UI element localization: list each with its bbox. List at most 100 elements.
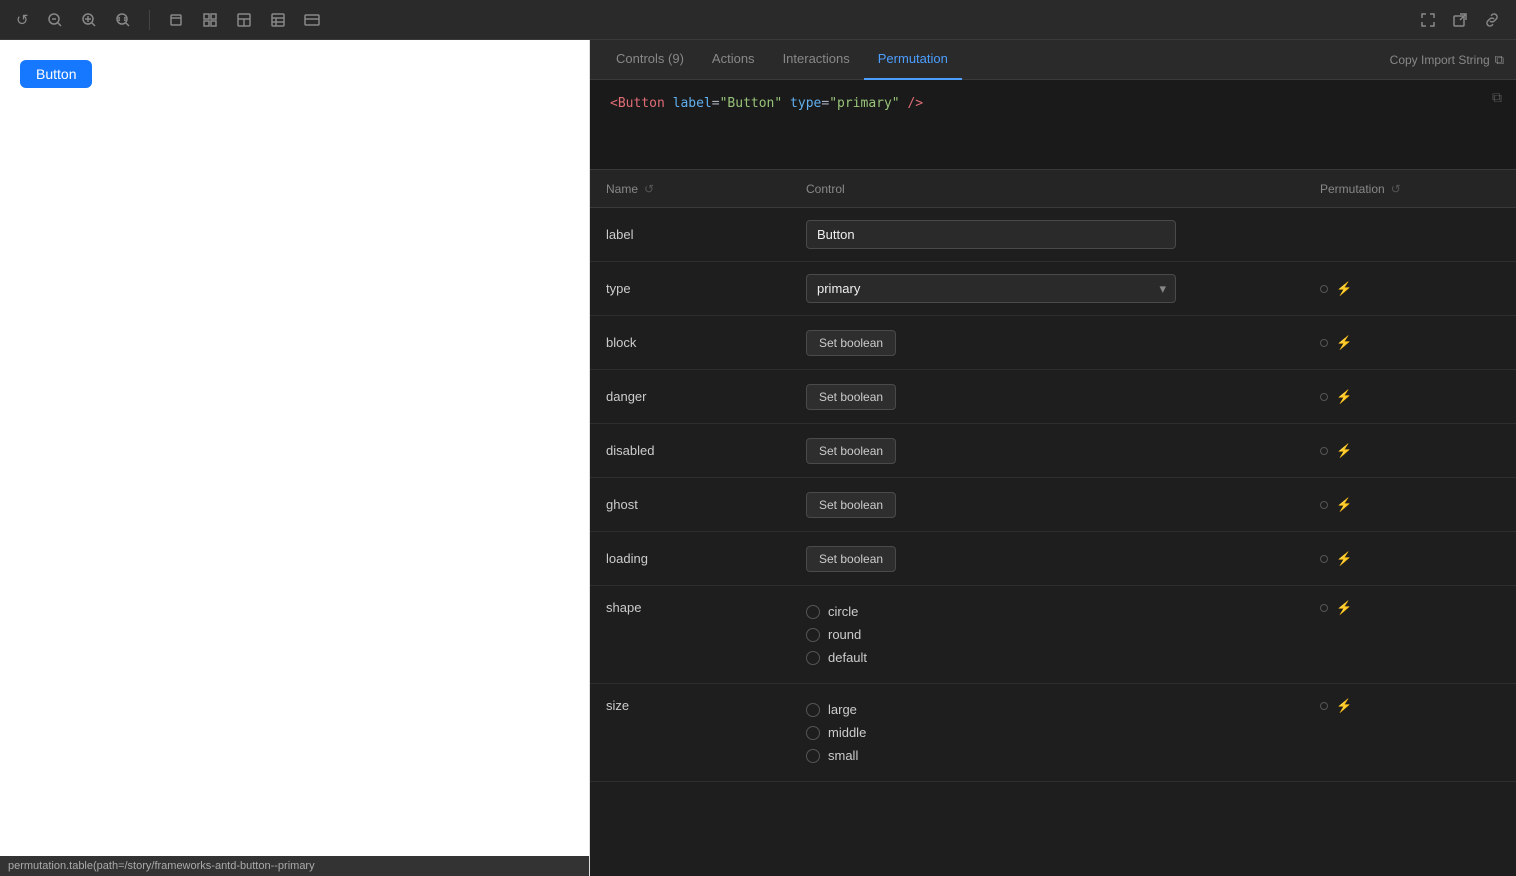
loading-boolean-button[interactable]: Set boolean <box>806 546 896 572</box>
block-permutation: ⚡ <box>1320 335 1500 351</box>
link-icon[interactable] <box>1480 8 1504 32</box>
size-middle-radio[interactable] <box>806 726 820 740</box>
disabled-control: Set boolean <box>806 438 1320 464</box>
status-bar: permutation.table(path=/story/frameworks… <box>0 856 589 876</box>
disabled-permutation: ⚡ <box>1320 443 1500 459</box>
divider <box>149 10 150 30</box>
row-size: size large middle small <box>590 684 1516 782</box>
tab-interactions[interactable]: Interactions <box>769 40 864 80</box>
loading-name: loading <box>606 551 806 566</box>
disabled-perm-dot <box>1320 447 1328 455</box>
loading-perm-dot <box>1320 555 1328 563</box>
disabled-name: disabled <box>606 443 806 458</box>
size-middle-option[interactable]: middle <box>806 725 1320 740</box>
row-disabled: disabled Set boolean ⚡ <box>590 424 1516 478</box>
reset-icon[interactable]: ↺ <box>12 7 33 33</box>
type-perm-dot <box>1320 285 1328 293</box>
shape-round-option[interactable]: round <box>806 627 1320 642</box>
table-header: Name ↺ Control Permutation ↺ <box>590 170 1516 208</box>
label-input[interactable] <box>806 220 1176 249</box>
size-small-label: small <box>828 748 858 763</box>
size-middle-label: middle <box>828 725 866 740</box>
block-name: block <box>606 335 806 350</box>
row-label: label <box>590 208 1516 262</box>
size-large-label: large <box>828 702 857 717</box>
ghost-name: ghost <box>606 497 806 512</box>
zoom-out-icon[interactable] <box>43 8 67 32</box>
danger-control: Set boolean <box>806 384 1320 410</box>
header-control: Control <box>806 182 1320 196</box>
tab-permutation[interactable]: Permutation <box>864 40 962 80</box>
row-danger: danger Set boolean ⚡ <box>590 370 1516 424</box>
ghost-lightning-icon[interactable]: ⚡ <box>1336 497 1352 513</box>
loading-permutation: ⚡ <box>1320 551 1500 567</box>
shape-default-radio[interactable] <box>806 651 820 665</box>
ghost-perm-dot <box>1320 501 1328 509</box>
disabled-boolean-button[interactable]: Set boolean <box>806 438 896 464</box>
table-icon[interactable] <box>266 8 290 32</box>
size-small-option[interactable]: small <box>806 748 1320 763</box>
shape-lightning-icon[interactable]: ⚡ <box>1336 600 1352 616</box>
label-control <box>806 220 1320 249</box>
tab-controls[interactable]: Controls (9) <box>602 40 698 80</box>
row-type: type primary secondary default dashed te… <box>590 262 1516 316</box>
shape-name: shape <box>606 596 806 615</box>
demo-button[interactable]: Button <box>20 60 92 88</box>
row-shape: shape circle round default <box>590 586 1516 684</box>
type-lightning-icon[interactable]: ⚡ <box>1336 281 1352 297</box>
danger-boolean-button[interactable]: Set boolean <box>806 384 896 410</box>
panel-icon[interactable] <box>232 8 256 32</box>
tab-actions[interactable]: Actions <box>698 40 769 80</box>
external-link-icon[interactable] <box>1448 8 1472 32</box>
fullscreen-icon[interactable] <box>1416 8 1440 32</box>
top-bar-left: ↺ <box>12 7 1416 33</box>
ghost-boolean-button[interactable]: Set boolean <box>806 492 896 518</box>
frame-icon[interactable] <box>164 8 188 32</box>
disabled-lightning-icon[interactable]: ⚡ <box>1336 443 1352 459</box>
size-name: size <box>606 694 806 713</box>
shape-round-label: round <box>828 627 861 642</box>
top-bar: ↺ <box>0 0 1516 40</box>
grid-icon[interactable] <box>198 8 222 32</box>
main-layout: Button permutation.table(path=/story/fra… <box>0 40 1516 876</box>
shape-circle-label: circle <box>828 604 858 619</box>
controls-table: Name ↺ Control Permutation ↺ label <box>590 170 1516 876</box>
zoom-in-icon[interactable] <box>77 8 101 32</box>
ghost-permutation: ⚡ <box>1320 497 1500 513</box>
type-control: primary secondary default dashed text li… <box>806 274 1176 303</box>
shape-default-option[interactable]: default <box>806 650 1320 665</box>
zoom-fit-icon[interactable] <box>111 8 135 32</box>
block-lightning-icon[interactable]: ⚡ <box>1336 335 1352 351</box>
ghost-control: Set boolean <box>806 492 1320 518</box>
size-radio-group: large middle small <box>806 694 1320 771</box>
size-lightning-icon[interactable]: ⚡ <box>1336 698 1352 714</box>
shape-round-radio[interactable] <box>806 628 820 642</box>
shape-radio-group: circle round default <box>806 596 1320 673</box>
type-name: type <box>606 281 806 296</box>
shape-circle-radio[interactable] <box>806 605 820 619</box>
size-small-radio[interactable] <box>806 749 820 763</box>
shape-circle-option[interactable]: circle <box>806 604 1320 619</box>
size-large-option[interactable]: large <box>806 702 1320 717</box>
danger-lightning-icon[interactable]: ⚡ <box>1336 389 1352 405</box>
danger-permutation: ⚡ <box>1320 389 1500 405</box>
size-large-radio[interactable] <box>806 703 820 717</box>
code-copy-icon[interactable]: ⧉ <box>1492 90 1502 106</box>
type-select[interactable]: primary secondary default dashed text li… <box>806 274 1176 303</box>
code-area: <Button label="Button" type="primary" />… <box>590 80 1516 170</box>
block-perm-dot <box>1320 339 1328 347</box>
left-panel: Button permutation.table(path=/story/fra… <box>0 40 590 876</box>
block-boolean-button[interactable]: Set boolean <box>806 330 896 356</box>
row-ghost: ghost Set boolean ⚡ <box>590 478 1516 532</box>
expand-icon[interactable] <box>300 8 324 32</box>
type-permutation: ⚡ <box>1320 281 1500 297</box>
loading-lightning-icon[interactable]: ⚡ <box>1336 551 1352 567</box>
row-loading: loading Set boolean ⚡ <box>590 532 1516 586</box>
reset-permutation-icon[interactable]: ↺ <box>1391 182 1401 196</box>
right-panel: Controls (9) Actions Interactions Permut… <box>590 40 1516 876</box>
header-permutation: Permutation ↺ <box>1320 182 1500 196</box>
reset-name-icon[interactable]: ↺ <box>644 182 654 196</box>
copy-import-button[interactable]: Copy Import String ⧉ <box>1390 52 1504 68</box>
size-permutation: ⚡ <box>1320 694 1500 714</box>
tabs-bar: Controls (9) Actions Interactions Permut… <box>590 40 1516 80</box>
